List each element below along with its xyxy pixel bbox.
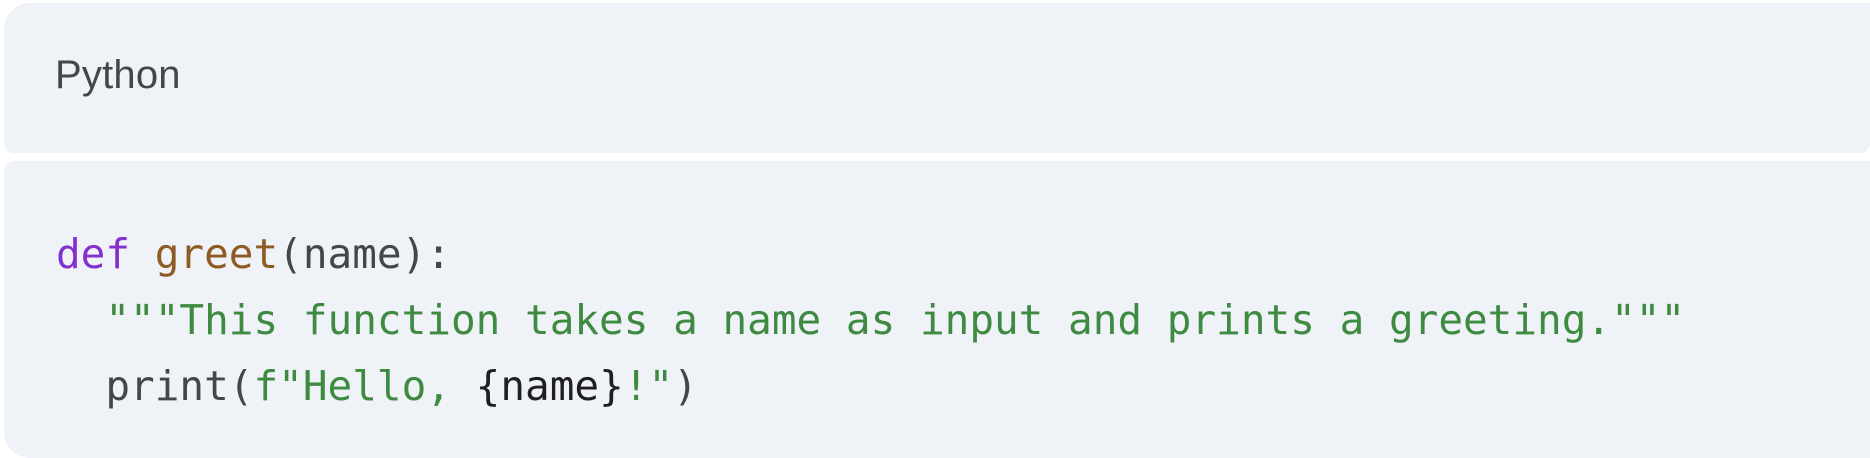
function-name: greet bbox=[154, 230, 279, 278]
code-block-body: def greet(name): """This function takes … bbox=[4, 161, 1870, 458]
code-block-header: Python bbox=[4, 3, 1870, 153]
docstring: """This function takes a name as input a… bbox=[105, 296, 1686, 344]
keyword-def: def bbox=[56, 230, 131, 278]
language-label: Python bbox=[55, 53, 181, 97]
code-block: Python def greet(name): """This function… bbox=[0, 0, 1870, 458]
code-line-1: def greet(name): bbox=[56, 221, 1685, 287]
fstring-interpolation: {name} bbox=[475, 362, 624, 410]
code-line-3: print(f"Hello, {name}!") bbox=[56, 353, 1685, 419]
fstring-start: f"Hello, bbox=[253, 362, 476, 410]
fstring-end: !" bbox=[623, 362, 674, 410]
code-line-2: """This function takes a name as input a… bbox=[56, 287, 1685, 353]
open-paren: ( bbox=[228, 362, 254, 410]
close-paren: ) bbox=[673, 362, 698, 410]
close-paren-colon: ): bbox=[401, 230, 451, 278]
parameter-name: name bbox=[302, 230, 402, 278]
open-paren: ( bbox=[278, 230, 303, 278]
builtin-print: print bbox=[105, 362, 229, 410]
code-content: def greet(name): """This function takes … bbox=[56, 221, 1685, 419]
